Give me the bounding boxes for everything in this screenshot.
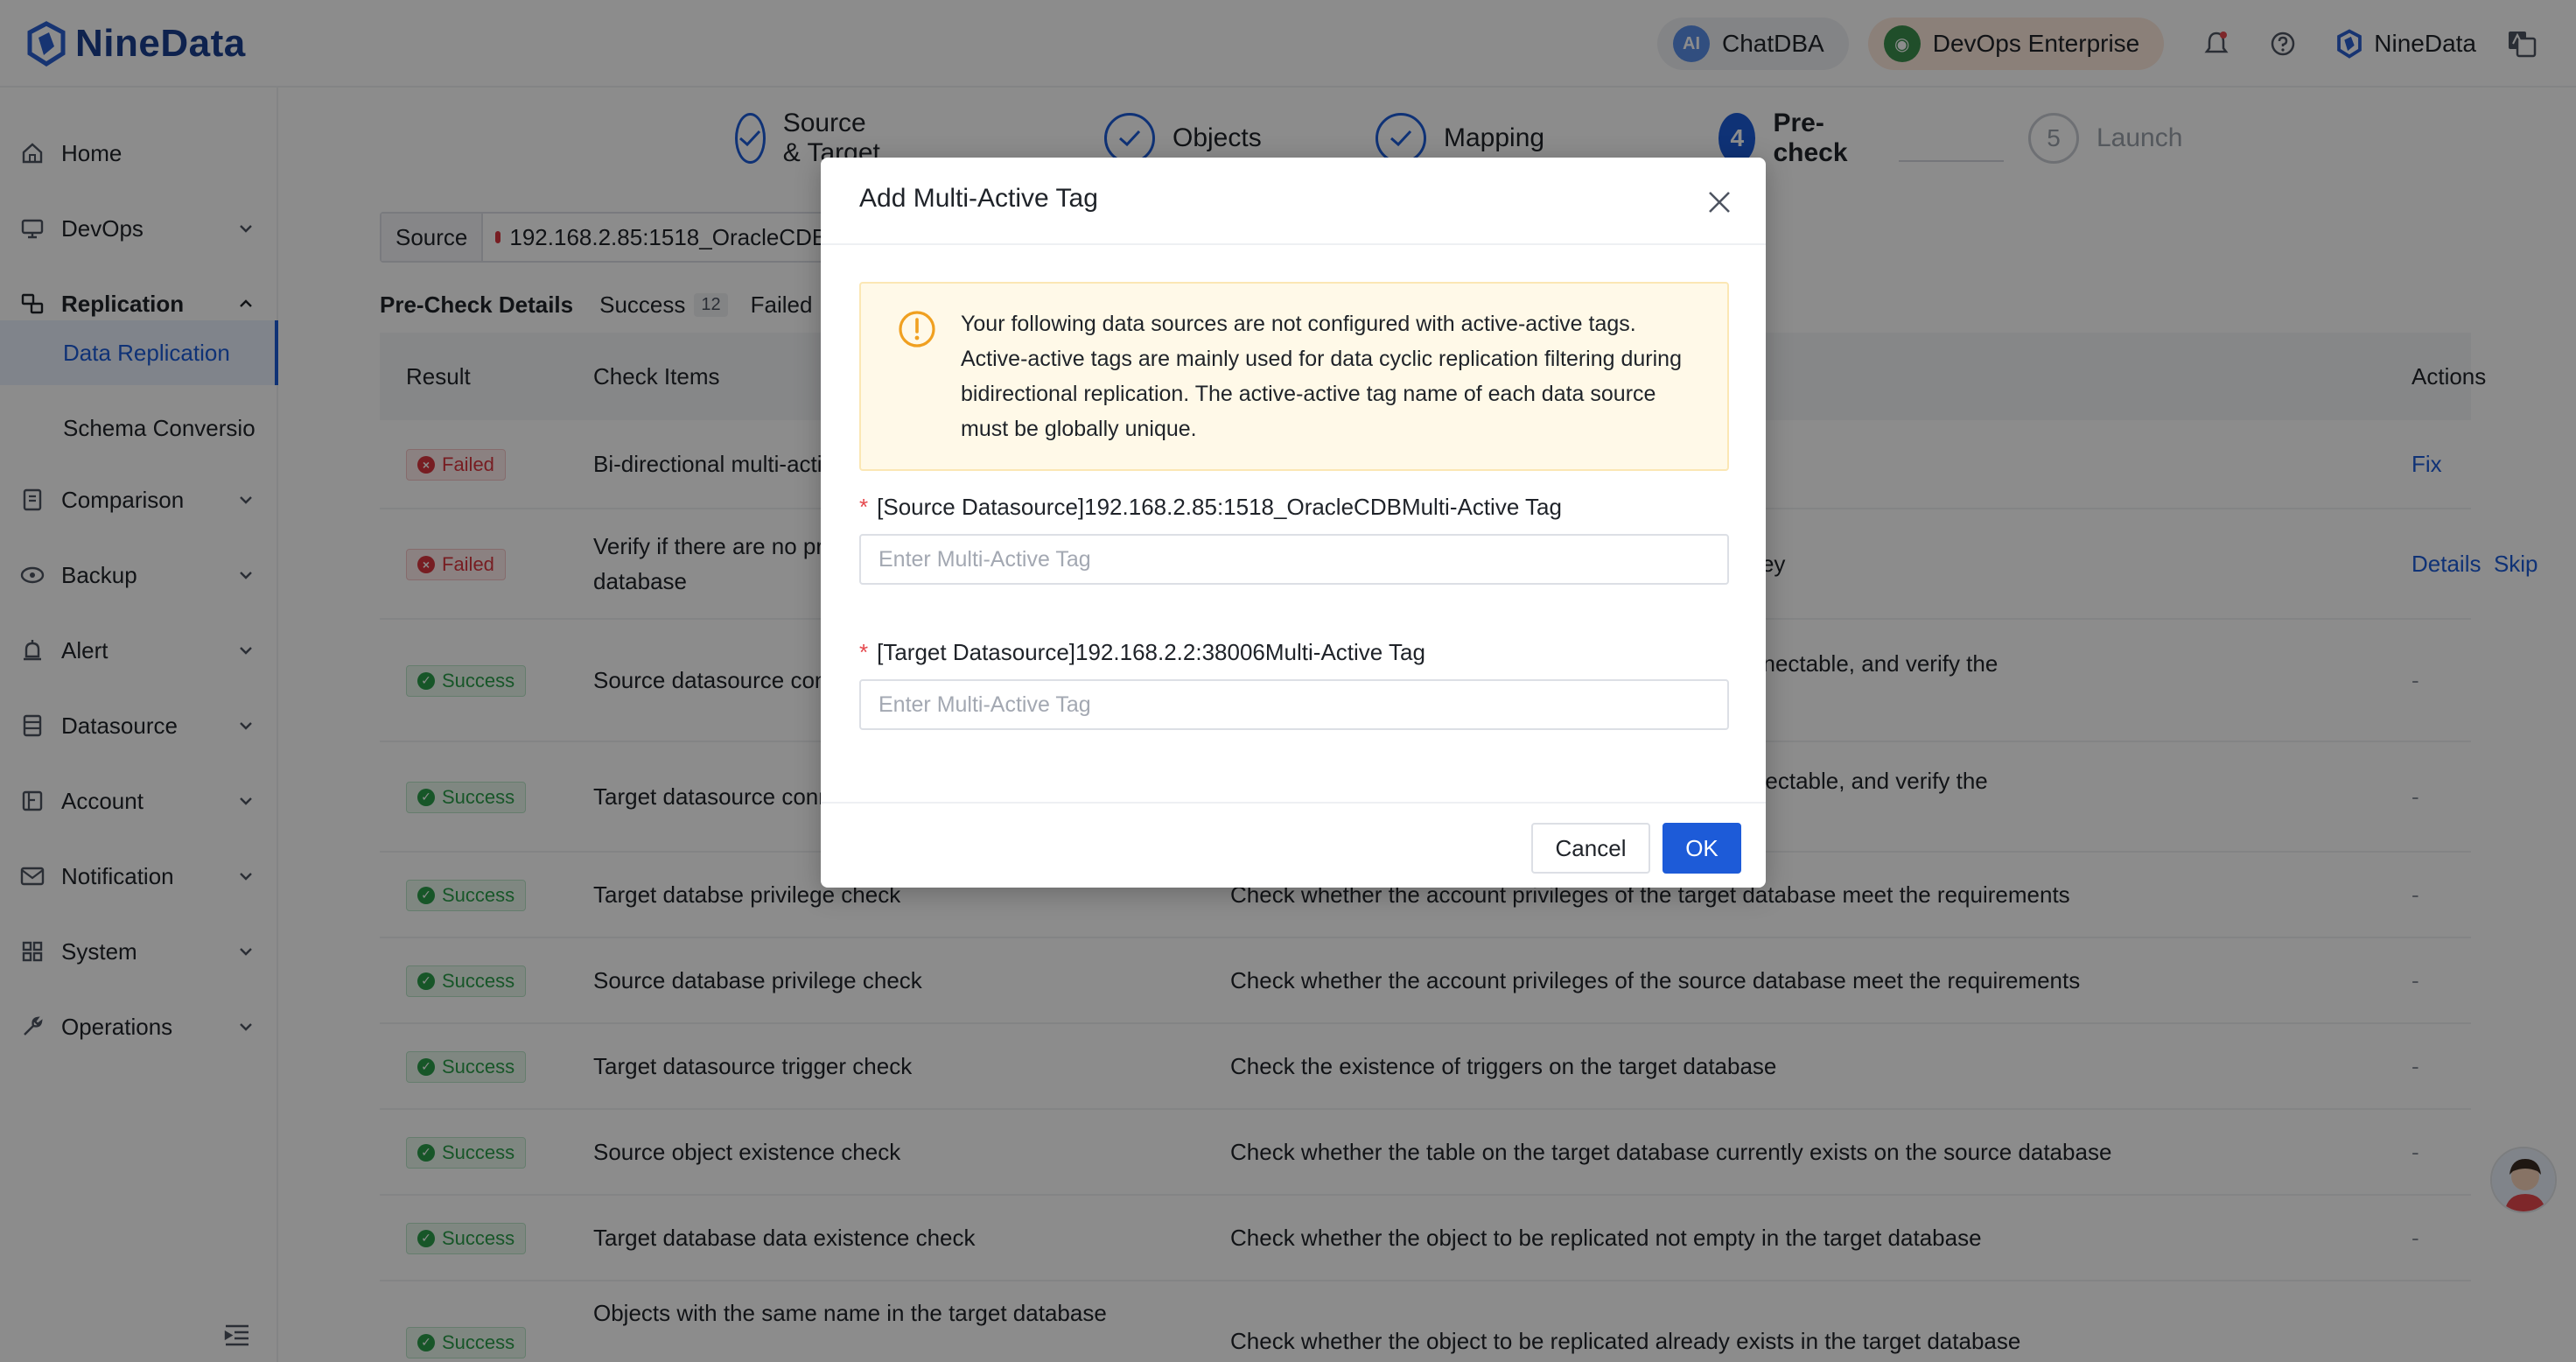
dialog-header: Add Multi-Active Tag [821,158,1766,245]
source-tag-label-text: [Source Datasource]192.168.2.85:1518_Ora… [877,494,1562,520]
required-mark: * [859,494,869,520]
warning-text: Your following data sources are not conf… [961,312,1682,441]
warning-alert: Your following data sources are not conf… [859,282,1729,471]
dialog-title: Add Multi-Active Tag [859,184,1098,213]
dialog-footer: Cancel OK [821,802,1766,888]
target-multi-active-tag-input[interactable] [859,679,1729,730]
add-multi-active-tag-dialog: Add Multi-Active Tag Your following data… [821,158,1766,888]
target-tag-label-text: [Target Datasource]192.168.2.2:38006Mult… [877,639,1425,665]
required-mark: * [859,639,869,665]
cancel-button[interactable]: Cancel [1531,823,1650,874]
close-icon[interactable] [1706,189,1732,215]
source-multi-active-tag-input[interactable] [859,534,1729,585]
target-tag-label: * [Target Datasource]192.168.2.2:38006Mul… [859,639,1425,666]
source-tag-label: * [Source Datasource]192.168.2.85:1518_Or… [859,494,1562,521]
warning-icon [899,311,935,348]
ok-button[interactable]: OK [1662,823,1741,874]
